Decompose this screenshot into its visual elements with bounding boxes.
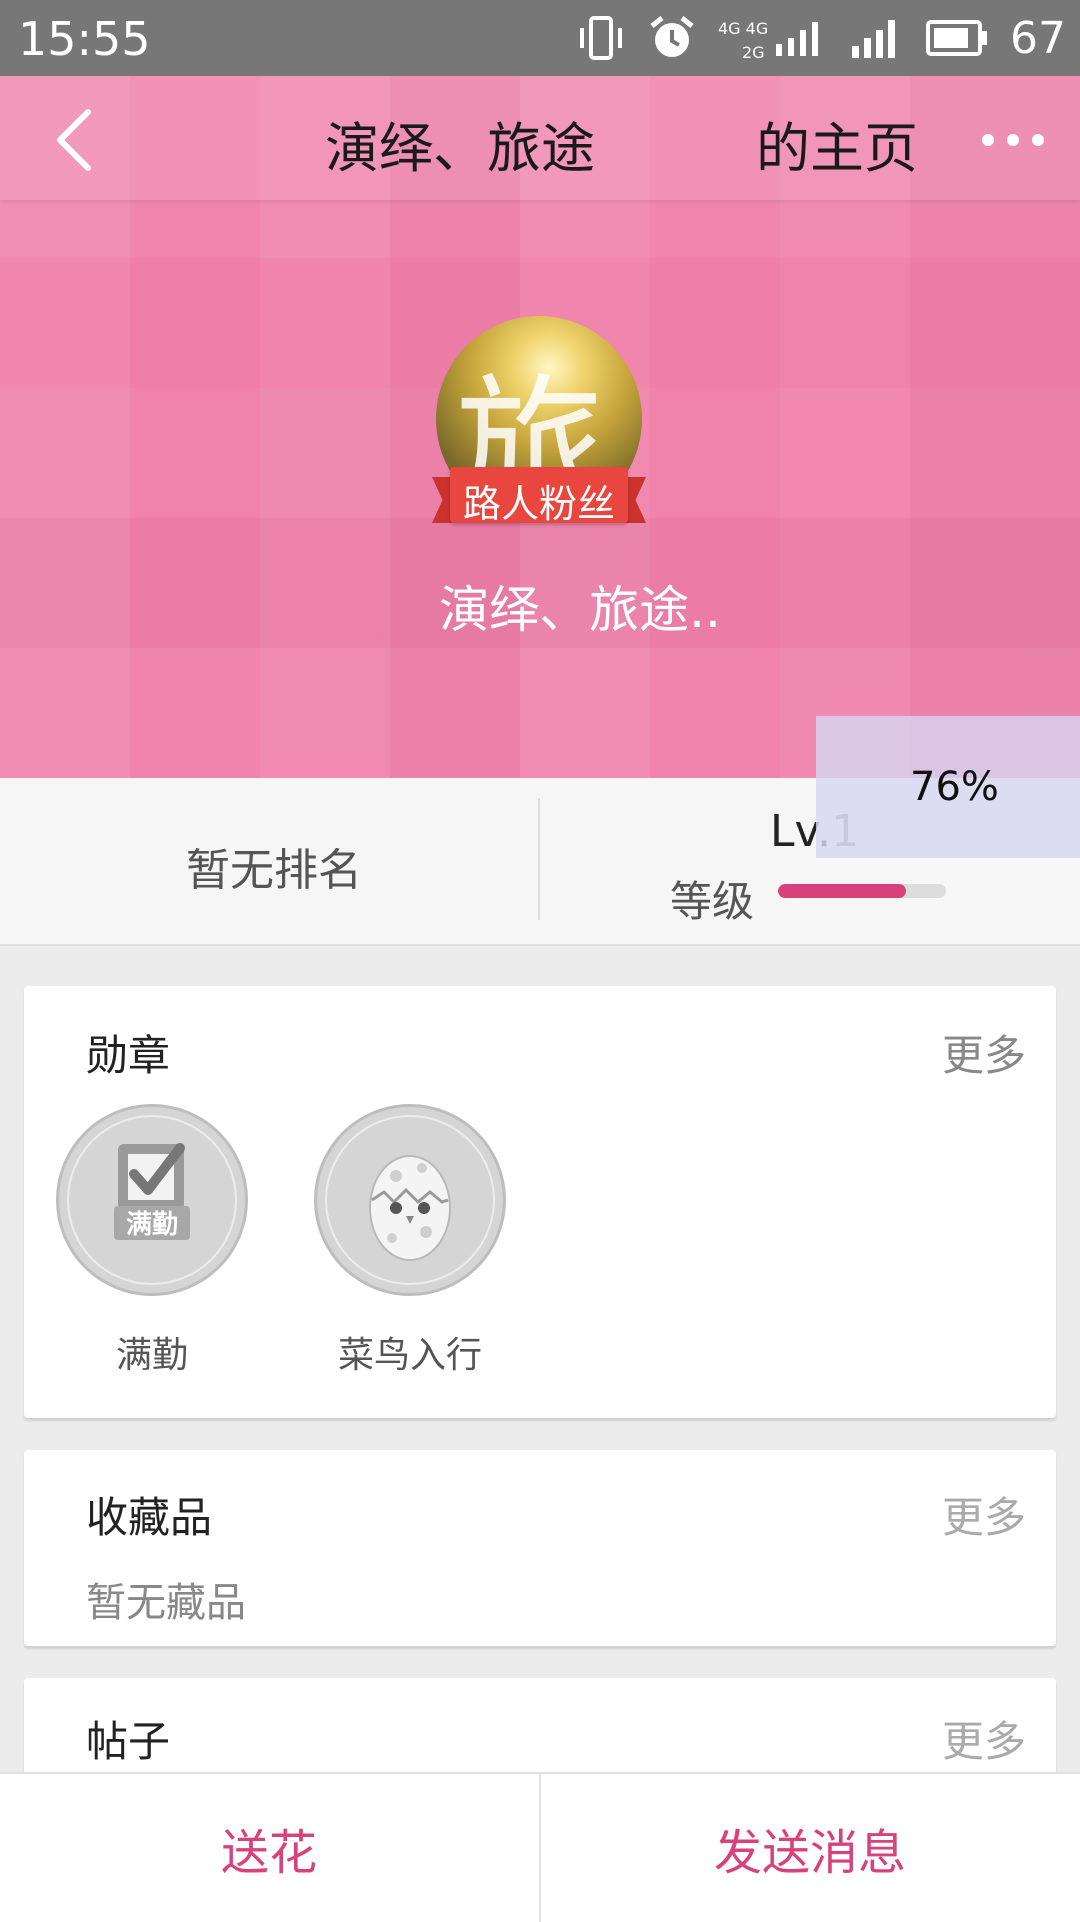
back-button[interactable] bbox=[44, 102, 114, 178]
battery-icon bbox=[926, 18, 988, 58]
medals-card: 勋章 更多 满勤 满勤 菜鸟入行 bbox=[24, 986, 1056, 1418]
top-app-bar: 演绎、旅途 的主页 bbox=[0, 76, 1080, 200]
profile-hero: 演绎、旅途 的主页 旅 路人粉丝 演绎、旅途.. bbox=[0, 76, 1080, 778]
collections-title: 收藏品 bbox=[86, 1493, 213, 1542]
user-nickname: 演绎、旅途.. bbox=[439, 581, 721, 639]
more-dots-icon bbox=[982, 134, 994, 146]
chevron-left-icon bbox=[57, 109, 91, 171]
fan-level-ribbon: 路人粉丝 bbox=[432, 467, 646, 527]
battery-level: 67 bbox=[1010, 12, 1066, 64]
medals-title: 勋章 bbox=[86, 1031, 171, 1080]
level-progress-fill bbox=[778, 884, 906, 898]
network-type-bottom: 2G bbox=[742, 43, 765, 62]
network-4g-icon: 4G 4G 2G bbox=[718, 14, 828, 62]
medal-newbie[interactable] bbox=[314, 1104, 506, 1296]
bottom-action-bar: 送花 发送消息 bbox=[0, 1772, 1080, 1922]
newbie-egg-medal-icon bbox=[369, 1155, 451, 1261]
send-message-button[interactable]: 发送消息 bbox=[541, 1774, 1079, 1922]
collections-empty-text: 暂无藏品 bbox=[86, 1580, 246, 1626]
page-title-suffix: 的主页 bbox=[756, 117, 918, 180]
medal-inner-text: 满勤 bbox=[126, 1210, 178, 1240]
collections-card: 收藏品 更多 暂无藏品 bbox=[24, 1450, 1056, 1646]
page-title-name: 演绎、旅途 bbox=[325, 117, 595, 180]
status-icons: 4G 4G 2G 67 bbox=[576, 10, 1066, 66]
more-options-button[interactable] bbox=[982, 112, 1044, 168]
progress-percent-text: 76% bbox=[910, 764, 999, 810]
vibrate-icon bbox=[576, 14, 626, 62]
progress-percent-tooltip: 76% bbox=[816, 716, 1080, 858]
medal-label: 菜鸟入行 bbox=[337, 1335, 482, 1376]
posts-more-link[interactable]: 更多 bbox=[942, 1708, 1026, 1769]
level-progress-bar bbox=[778, 884, 946, 898]
collections-more-link[interactable]: 更多 bbox=[942, 1484, 1026, 1545]
alarm-icon bbox=[648, 14, 696, 62]
network-type-top: 4G 4G bbox=[718, 19, 768, 38]
rank-text[interactable]: 暂无排名 bbox=[186, 834, 362, 898]
medal-full-attendance[interactable]: 满勤 bbox=[56, 1104, 248, 1296]
level-label: 等级 bbox=[670, 877, 755, 926]
medal-label: 满勤 bbox=[115, 1335, 188, 1376]
status-bar: 15:55 4G 4G 2G 67 bbox=[0, 0, 1080, 76]
posts-title: 帖子 bbox=[86, 1717, 171, 1766]
full-attendance-medal-icon: 满勤 bbox=[114, 1143, 190, 1240]
stats-divider bbox=[538, 798, 540, 920]
medals-more-link[interactable]: 更多 bbox=[942, 1022, 1026, 1083]
fan-level-label: 路人粉丝 bbox=[462, 482, 615, 526]
signal-icon bbox=[850, 14, 904, 62]
status-time: 15:55 bbox=[18, 12, 151, 66]
send-flower-button[interactable]: 送花 bbox=[0, 1774, 538, 1922]
